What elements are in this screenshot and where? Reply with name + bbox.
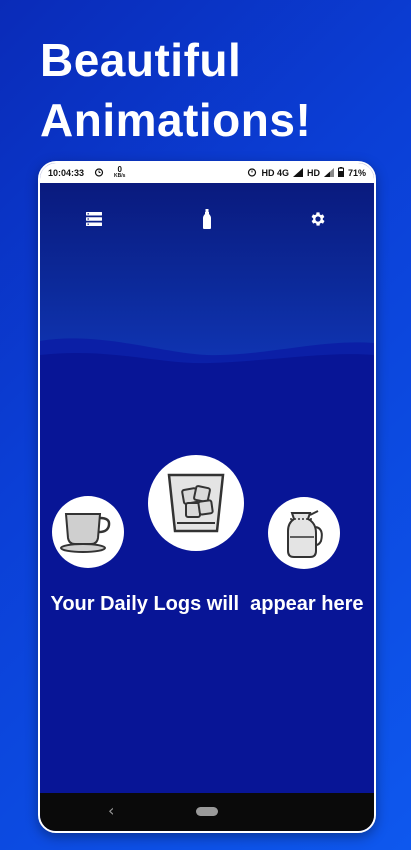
list-icon[interactable] <box>84 209 104 229</box>
gear-icon[interactable] <box>308 209 328 229</box>
signal-icon <box>292 167 303 179</box>
net-speed-unit: KB/s <box>114 173 126 179</box>
water-jug-icon <box>287 510 323 558</box>
alarm-icon <box>247 167 257 179</box>
battery-percent: 71% <box>347 168 366 178</box>
back-icon[interactable]: ‹ <box>108 801 114 820</box>
empty-state-message: Your Daily Logs will appear here <box>50 593 364 615</box>
promo-line-1: Beautiful <box>40 34 242 86</box>
battery-icon <box>337 167 344 179</box>
home-button[interactable] <box>196 807 218 816</box>
status-time: 10:04:33 <box>48 168 85 178</box>
ice-glass-button[interactable] <box>148 455 244 551</box>
coffee-cup-icon <box>60 513 111 553</box>
wave-divider <box>40 338 374 393</box>
coffee-cup-button[interactable] <box>52 496 124 568</box>
bottle-icon[interactable] <box>197 209 217 229</box>
ice-glass-icon <box>167 473 225 533</box>
app-screen: Your Daily Logs will appear here <box>40 183 374 793</box>
promo-line-2: Animations! <box>40 94 312 146</box>
network-label: HD 4G <box>261 168 289 178</box>
navigation-bar: ‹ <box>40 793 374 831</box>
promo-headline: Beautiful Animations! <box>40 30 311 150</box>
water-jug-button[interactable] <box>268 497 340 569</box>
phone-frame: 10:04:33 0 KB/s HD 4G HD 71% Your Daily … <box>38 161 376 833</box>
net-speed: 0 KB/s <box>114 166 126 180</box>
signal-icon-2 <box>323 167 334 179</box>
network-label-2: HD <box>306 168 320 178</box>
alarm-icon <box>94 167 104 179</box>
status-bar: 10:04:33 0 KB/s HD 4G HD 71% <box>40 163 374 183</box>
